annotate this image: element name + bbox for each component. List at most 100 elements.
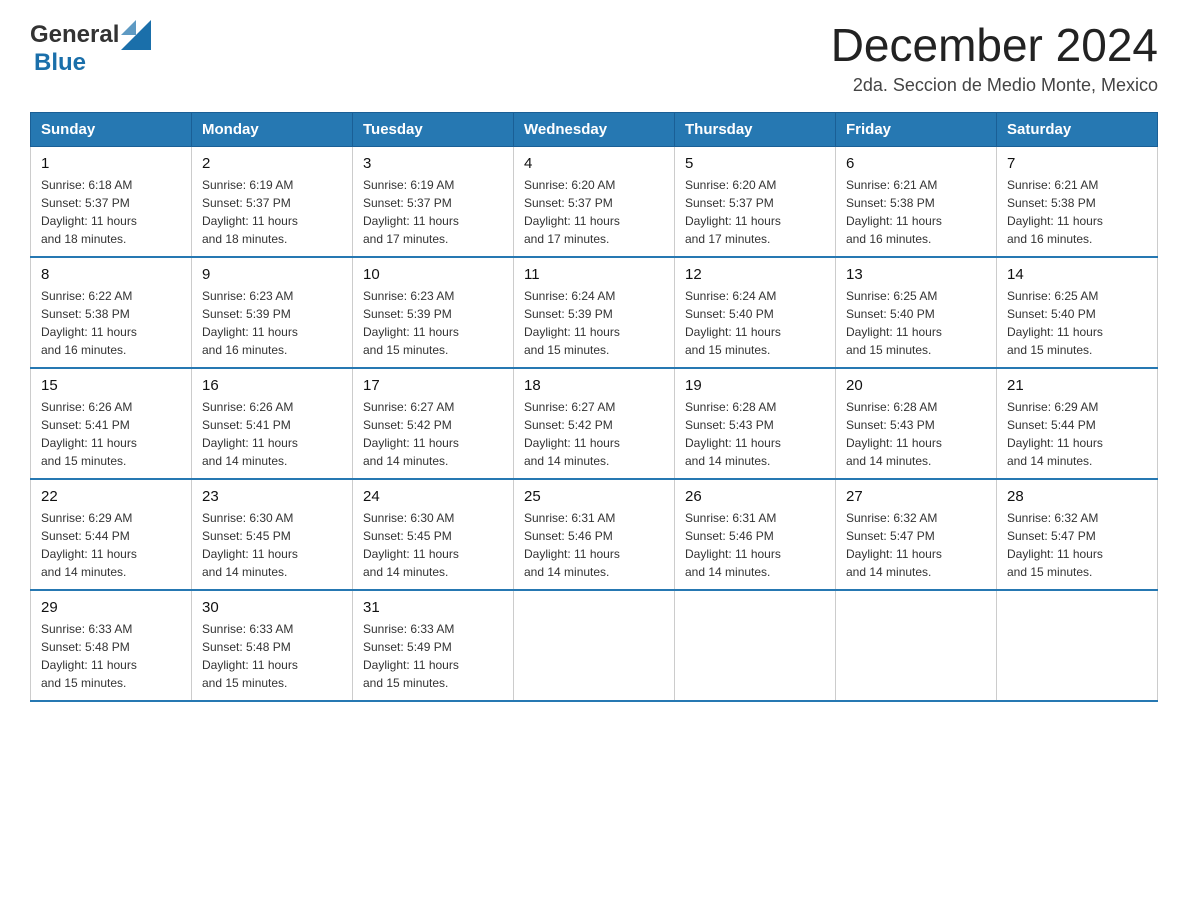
- day-info: Sunrise: 6:30 AMSunset: 5:45 PMDaylight:…: [202, 509, 342, 581]
- day-number: 17: [363, 377, 503, 394]
- col-tuesday: Tuesday: [353, 112, 514, 146]
- day-number: 30: [202, 599, 342, 616]
- day-info: Sunrise: 6:19 AMSunset: 5:37 PMDaylight:…: [363, 176, 503, 248]
- table-row: [675, 590, 836, 701]
- day-info: Sunrise: 6:24 AMSunset: 5:40 PMDaylight:…: [685, 287, 825, 359]
- day-number: 26: [685, 488, 825, 505]
- table-row: 25 Sunrise: 6:31 AMSunset: 5:46 PMDaylig…: [514, 479, 675, 590]
- table-row: 26 Sunrise: 6:31 AMSunset: 5:46 PMDaylig…: [675, 479, 836, 590]
- page-header: General Blue December 2024 2da. Seccion …: [30, 20, 1158, 96]
- day-number: 15: [41, 377, 181, 394]
- day-info: Sunrise: 6:30 AMSunset: 5:45 PMDaylight:…: [363, 509, 503, 581]
- day-number: 29: [41, 599, 181, 616]
- day-number: 7: [1007, 155, 1147, 172]
- day-number: 20: [846, 377, 986, 394]
- table-row: 18 Sunrise: 6:27 AMSunset: 5:42 PMDaylig…: [514, 368, 675, 479]
- day-info: Sunrise: 6:18 AMSunset: 5:37 PMDaylight:…: [41, 176, 181, 248]
- col-saturday: Saturday: [997, 112, 1158, 146]
- calendar-subtitle: 2da. Seccion de Medio Monte, Mexico: [831, 75, 1158, 96]
- day-info: Sunrise: 6:31 AMSunset: 5:46 PMDaylight:…: [524, 509, 664, 581]
- day-number: 31: [363, 599, 503, 616]
- day-info: Sunrise: 6:28 AMSunset: 5:43 PMDaylight:…: [685, 398, 825, 470]
- day-number: 28: [1007, 488, 1147, 505]
- day-info: Sunrise: 6:23 AMSunset: 5:39 PMDaylight:…: [202, 287, 342, 359]
- table-row: 17 Sunrise: 6:27 AMSunset: 5:42 PMDaylig…: [353, 368, 514, 479]
- day-number: 2: [202, 155, 342, 172]
- day-number: 14: [1007, 266, 1147, 283]
- day-number: 22: [41, 488, 181, 505]
- table-row: [514, 590, 675, 701]
- day-info: Sunrise: 6:27 AMSunset: 5:42 PMDaylight:…: [363, 398, 503, 470]
- day-info: Sunrise: 6:20 AMSunset: 5:37 PMDaylight:…: [685, 176, 825, 248]
- day-info: Sunrise: 6:33 AMSunset: 5:48 PMDaylight:…: [41, 620, 181, 692]
- day-number: 16: [202, 377, 342, 394]
- day-info: Sunrise: 6:27 AMSunset: 5:42 PMDaylight:…: [524, 398, 664, 470]
- table-row: [997, 590, 1158, 701]
- table-row: 15 Sunrise: 6:26 AMSunset: 5:41 PMDaylig…: [31, 368, 192, 479]
- col-friday: Friday: [836, 112, 997, 146]
- day-number: 10: [363, 266, 503, 283]
- table-row: 7 Sunrise: 6:21 AMSunset: 5:38 PMDayligh…: [997, 146, 1158, 257]
- day-info: Sunrise: 6:21 AMSunset: 5:38 PMDaylight:…: [846, 176, 986, 248]
- table-row: 12 Sunrise: 6:24 AMSunset: 5:40 PMDaylig…: [675, 257, 836, 368]
- table-row: 30 Sunrise: 6:33 AMSunset: 5:48 PMDaylig…: [192, 590, 353, 701]
- day-info: Sunrise: 6:29 AMSunset: 5:44 PMDaylight:…: [1007, 398, 1147, 470]
- day-info: Sunrise: 6:33 AMSunset: 5:48 PMDaylight:…: [202, 620, 342, 692]
- calendar-week-row: 29 Sunrise: 6:33 AMSunset: 5:48 PMDaylig…: [31, 590, 1158, 701]
- day-info: Sunrise: 6:19 AMSunset: 5:37 PMDaylight:…: [202, 176, 342, 248]
- table-row: 1 Sunrise: 6:18 AMSunset: 5:37 PMDayligh…: [31, 146, 192, 257]
- day-number: 9: [202, 266, 342, 283]
- day-number: 12: [685, 266, 825, 283]
- table-row: 22 Sunrise: 6:29 AMSunset: 5:44 PMDaylig…: [31, 479, 192, 590]
- table-row: 9 Sunrise: 6:23 AMSunset: 5:39 PMDayligh…: [192, 257, 353, 368]
- table-row: 29 Sunrise: 6:33 AMSunset: 5:48 PMDaylig…: [31, 590, 192, 701]
- day-number: 6: [846, 155, 986, 172]
- day-info: Sunrise: 6:32 AMSunset: 5:47 PMDaylight:…: [1007, 509, 1147, 581]
- table-row: 2 Sunrise: 6:19 AMSunset: 5:37 PMDayligh…: [192, 146, 353, 257]
- day-info: Sunrise: 6:20 AMSunset: 5:37 PMDaylight:…: [524, 176, 664, 248]
- day-info: Sunrise: 6:25 AMSunset: 5:40 PMDaylight:…: [1007, 287, 1147, 359]
- day-number: 27: [846, 488, 986, 505]
- day-info: Sunrise: 6:26 AMSunset: 5:41 PMDaylight:…: [41, 398, 181, 470]
- table-row: 24 Sunrise: 6:30 AMSunset: 5:45 PMDaylig…: [353, 479, 514, 590]
- calendar-week-row: 1 Sunrise: 6:18 AMSunset: 5:37 PMDayligh…: [31, 146, 1158, 257]
- day-number: 19: [685, 377, 825, 394]
- day-info: Sunrise: 6:31 AMSunset: 5:46 PMDaylight:…: [685, 509, 825, 581]
- table-row: 31 Sunrise: 6:33 AMSunset: 5:49 PMDaylig…: [353, 590, 514, 701]
- day-number: 8: [41, 266, 181, 283]
- day-number: 24: [363, 488, 503, 505]
- day-info: Sunrise: 6:21 AMSunset: 5:38 PMDaylight:…: [1007, 176, 1147, 248]
- day-number: 1: [41, 155, 181, 172]
- table-row: 19 Sunrise: 6:28 AMSunset: 5:43 PMDaylig…: [675, 368, 836, 479]
- day-number: 25: [524, 488, 664, 505]
- table-row: 27 Sunrise: 6:32 AMSunset: 5:47 PMDaylig…: [836, 479, 997, 590]
- day-info: Sunrise: 6:25 AMSunset: 5:40 PMDaylight:…: [846, 287, 986, 359]
- logo: General Blue: [30, 20, 151, 76]
- calendar-week-row: 8 Sunrise: 6:22 AMSunset: 5:38 PMDayligh…: [31, 257, 1158, 368]
- table-row: 5 Sunrise: 6:20 AMSunset: 5:37 PMDayligh…: [675, 146, 836, 257]
- day-info: Sunrise: 6:26 AMSunset: 5:41 PMDaylight:…: [202, 398, 342, 470]
- table-row: 3 Sunrise: 6:19 AMSunset: 5:37 PMDayligh…: [353, 146, 514, 257]
- table-row: 28 Sunrise: 6:32 AMSunset: 5:47 PMDaylig…: [997, 479, 1158, 590]
- table-row: 23 Sunrise: 6:30 AMSunset: 5:45 PMDaylig…: [192, 479, 353, 590]
- day-number: 5: [685, 155, 825, 172]
- calendar-header-row: Sunday Monday Tuesday Wednesday Thursday…: [31, 112, 1158, 146]
- day-info: Sunrise: 6:22 AMSunset: 5:38 PMDaylight:…: [41, 287, 181, 359]
- day-info: Sunrise: 6:23 AMSunset: 5:39 PMDaylight:…: [363, 287, 503, 359]
- table-row: 13 Sunrise: 6:25 AMSunset: 5:40 PMDaylig…: [836, 257, 997, 368]
- table-row: 14 Sunrise: 6:25 AMSunset: 5:40 PMDaylig…: [997, 257, 1158, 368]
- table-row: 20 Sunrise: 6:28 AMSunset: 5:43 PMDaylig…: [836, 368, 997, 479]
- day-number: 23: [202, 488, 342, 505]
- day-info: Sunrise: 6:24 AMSunset: 5:39 PMDaylight:…: [524, 287, 664, 359]
- day-info: Sunrise: 6:32 AMSunset: 5:47 PMDaylight:…: [846, 509, 986, 581]
- calendar-week-row: 22 Sunrise: 6:29 AMSunset: 5:44 PMDaylig…: [31, 479, 1158, 590]
- col-thursday: Thursday: [675, 112, 836, 146]
- title-block: December 2024 2da. Seccion de Medio Mont…: [831, 20, 1158, 96]
- table-row: 11 Sunrise: 6:24 AMSunset: 5:39 PMDaylig…: [514, 257, 675, 368]
- table-row: 21 Sunrise: 6:29 AMSunset: 5:44 PMDaylig…: [997, 368, 1158, 479]
- calendar-table: Sunday Monday Tuesday Wednesday Thursday…: [30, 112, 1158, 702]
- col-monday: Monday: [192, 112, 353, 146]
- calendar-week-row: 15 Sunrise: 6:26 AMSunset: 5:41 PMDaylig…: [31, 368, 1158, 479]
- day-number: 21: [1007, 377, 1147, 394]
- calendar-title: December 2024: [831, 20, 1158, 71]
